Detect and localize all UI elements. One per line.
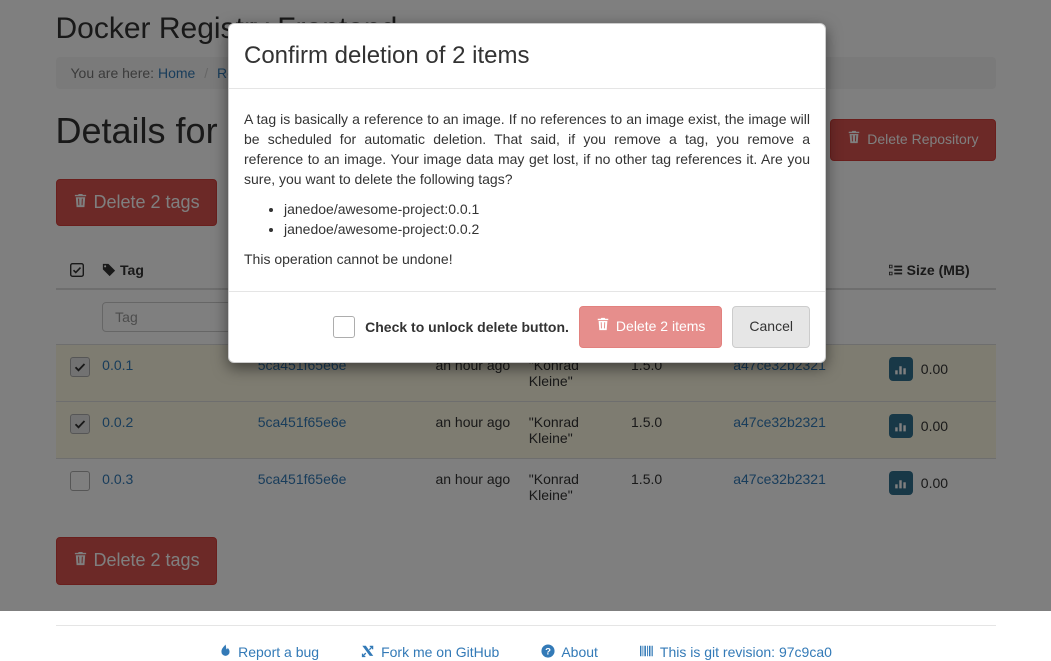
modal-header: Confirm deletion of 2 items — [229, 24, 825, 90]
page-footer: Report a bug Fork me on GitHub ? About T… — [55, 624, 996, 661]
modal-tag-list: janedoe/awesome-project:0.0.1 janedoe/aw… — [244, 199, 810, 239]
svg-text:?: ? — [545, 646, 551, 657]
cancel-button[interactable]: Cancel — [732, 306, 810, 348]
modal-title: Confirm deletion of 2 items — [244, 42, 530, 69]
footer-item: ? About — [541, 644, 598, 661]
footer-item: Fork me on GitHub — [361, 644, 499, 661]
trash-icon — [596, 317, 610, 337]
footer-link-fork-me-on-github[interactable]: Fork me on GitHub — [361, 644, 499, 661]
unlock-delete-label: Check to unlock delete button. — [365, 319, 569, 336]
fire-icon — [219, 644, 232, 661]
confirm-deletion-dialog: Confirm deletion of 2 items A tag is bas… — [228, 23, 826, 363]
modal-paragraph: A tag is basically a reference to an ima… — [244, 111, 810, 188]
footer-item: This is git revision: 97c9ca0 — [639, 644, 832, 661]
question-circle-icon: ? — [541, 644, 555, 661]
footer-link-report-a-bug[interactable]: Report a bug — [219, 644, 319, 661]
barcode-icon — [639, 644, 654, 661]
list-item: janedoe/awesome-project:0.0.2 — [284, 219, 810, 239]
footer-link-about[interactable]: ? About — [541, 644, 598, 661]
modal-body: A tag is basically a reference to an ima… — [229, 89, 825, 291]
confirm-delete-button[interactable]: Delete 2 items — [578, 306, 723, 348]
footer-link-label: Report a bug — [238, 644, 320, 661]
footer-link-label: This is git revision: 97c9ca0 — [659, 644, 832, 661]
unlock-delete-checkbox[interactable] — [333, 316, 356, 339]
footer-link-label: About — [561, 644, 598, 661]
modal-footer: Check to unlock delete button. Delete 2 … — [229, 291, 825, 362]
code-fork-icon — [361, 644, 375, 661]
footer-link-label: Fork me on GitHub — [381, 644, 500, 661]
footer-links: Report a bug Fork me on GitHub ? About T… — [56, 644, 996, 661]
confirm-delete-label: Delete 2 items — [615, 318, 706, 335]
list-item: janedoe/awesome-project:0.0.1 — [284, 199, 810, 219]
footer-item: Report a bug — [219, 644, 319, 661]
footer-link-git-revision[interactable]: This is git revision: 97c9ca0 — [639, 644, 832, 661]
modal-warning: This operation cannot be undone! — [244, 251, 453, 268]
